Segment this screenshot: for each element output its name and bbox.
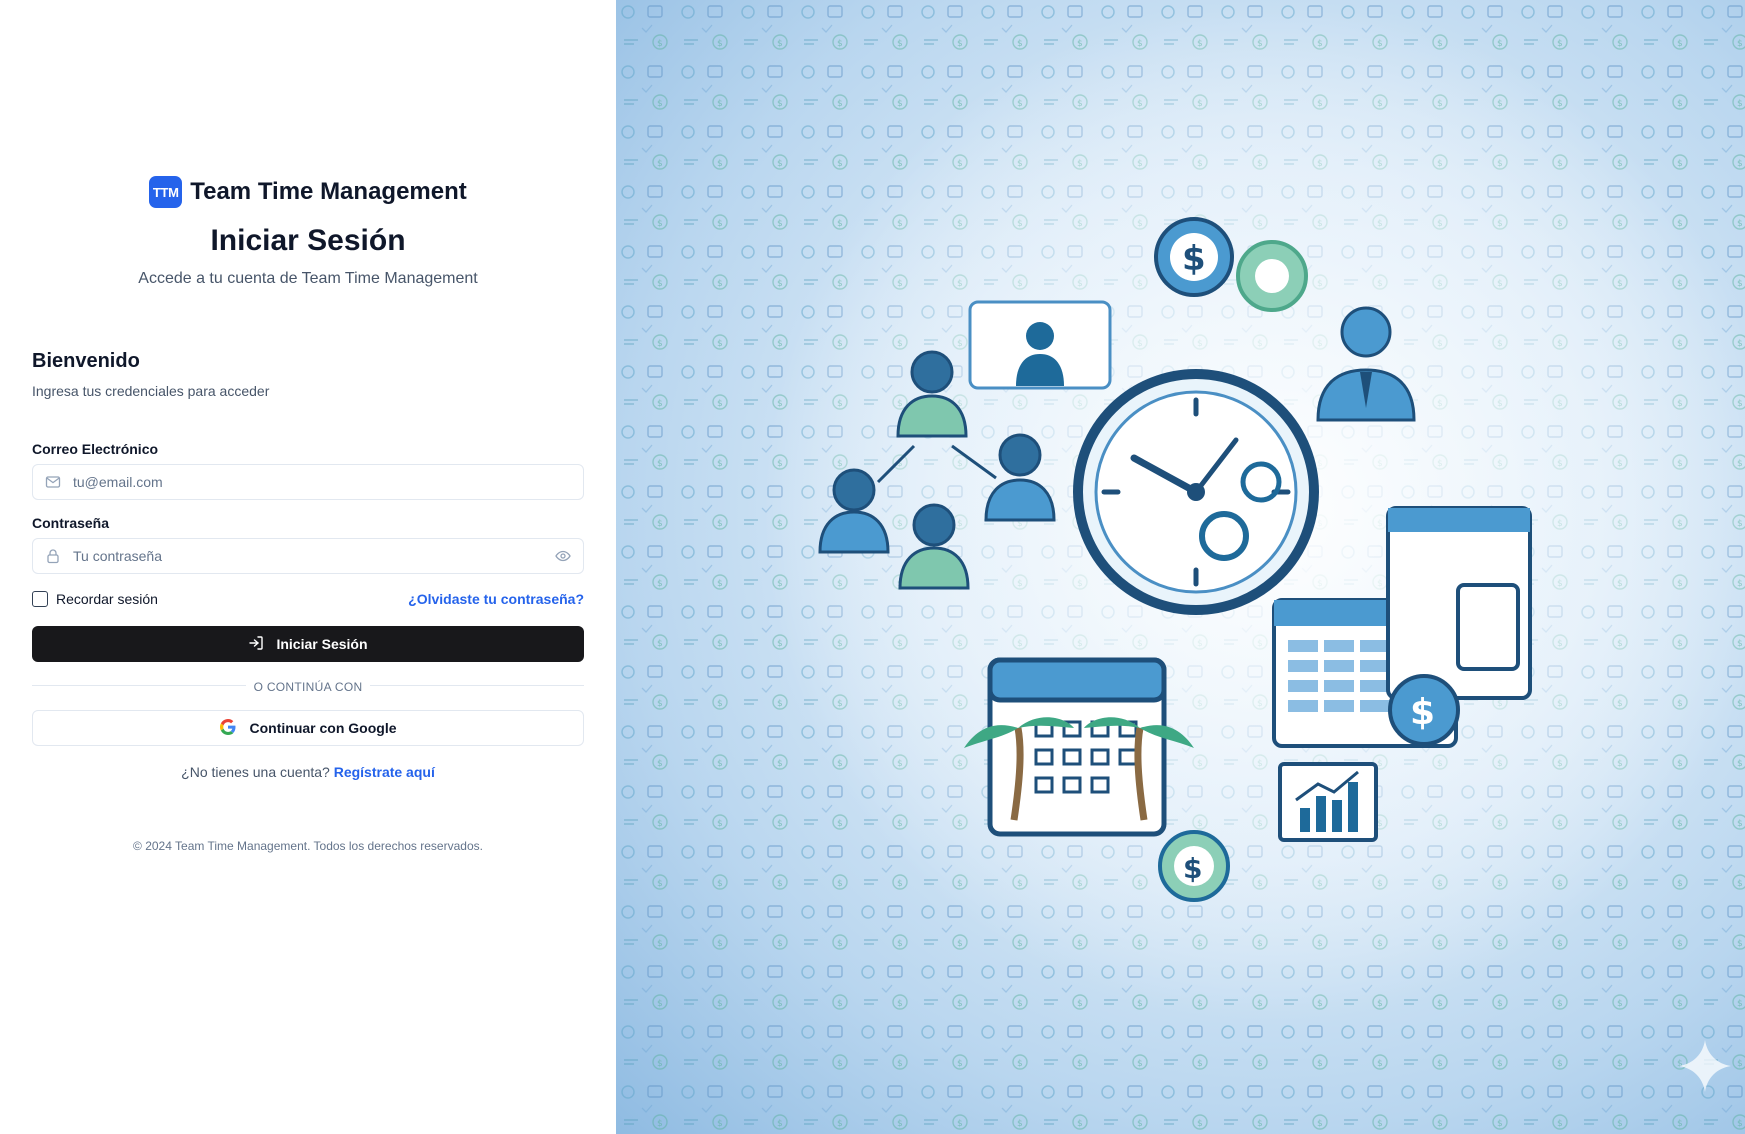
login-button[interactable]: Iniciar Sesión bbox=[32, 626, 584, 662]
remember-checkbox[interactable] bbox=[32, 591, 48, 607]
divider-text: O CONTINÚA CON bbox=[245, 680, 371, 694]
eye-icon[interactable] bbox=[555, 548, 571, 564]
brand-logo: TTM bbox=[149, 176, 183, 208]
page-subtitle: Accede a tu cuenta de Team Time Manageme… bbox=[138, 270, 478, 287]
brand-name: Team Time Management bbox=[190, 178, 467, 205]
remember-session[interactable]: Recordar sesión bbox=[32, 591, 158, 607]
dollar-gear-icon: $ bbox=[1158, 830, 1230, 902]
lock-icon bbox=[45, 548, 61, 564]
clock-illustration bbox=[1073, 369, 1319, 615]
google-button-label: Continuar con Google bbox=[249, 720, 397, 736]
brand-header: TTM Team Time Management bbox=[0, 176, 616, 208]
forgot-password-link[interactable]: ¿Olvidaste tu contraseña? bbox=[408, 591, 584, 607]
signup-link[interactable]: Regístrate aquí bbox=[334, 764, 435, 780]
mail-icon bbox=[45, 474, 61, 490]
svg-text:$: $ bbox=[1183, 852, 1202, 885]
google-login-button[interactable]: Continuar con Google bbox=[32, 710, 584, 746]
signup-text: ¿No tienes una cuenta? bbox=[181, 764, 330, 780]
footer-copyright: © 2024 Team Time Management. Todos los d… bbox=[133, 839, 483, 853]
team-time-management-illustration: $ $ $ bbox=[616, 0, 1745, 1134]
card-description: Ingresa tus credenciales para acceder bbox=[32, 383, 270, 399]
illustration-panel: $ $ $ bbox=[616, 0, 1745, 1134]
remember-label: Recordar sesión bbox=[56, 591, 158, 607]
page-title: Iniciar Sesión bbox=[210, 224, 406, 257]
password-label: Contraseña bbox=[32, 515, 110, 531]
password-field[interactable] bbox=[32, 538, 584, 574]
bar-chart-illustration bbox=[1278, 762, 1378, 842]
email-input[interactable] bbox=[73, 474, 583, 490]
password-input[interactable] bbox=[73, 548, 555, 564]
sparkle-icon bbox=[1679, 1040, 1731, 1092]
svg-text:$: $ bbox=[1410, 692, 1435, 733]
email-field[interactable] bbox=[32, 464, 584, 500]
login-panel: TTM Team Time Management Iniciar Sesión … bbox=[0, 0, 616, 1134]
email-label: Correo Electrónico bbox=[32, 441, 159, 457]
login-icon bbox=[248, 635, 264, 654]
login-button-label: Iniciar Sesión bbox=[276, 636, 368, 652]
google-icon bbox=[219, 718, 236, 738]
calendar-illustration bbox=[964, 657, 1194, 837]
svg-text:$: $ bbox=[1182, 239, 1206, 279]
signup-prompt: ¿No tienes una cuenta? Regístrate aquí bbox=[0, 764, 616, 780]
card-title: Bienvenido bbox=[32, 350, 140, 372]
profile-card-illustration bbox=[968, 300, 1112, 390]
